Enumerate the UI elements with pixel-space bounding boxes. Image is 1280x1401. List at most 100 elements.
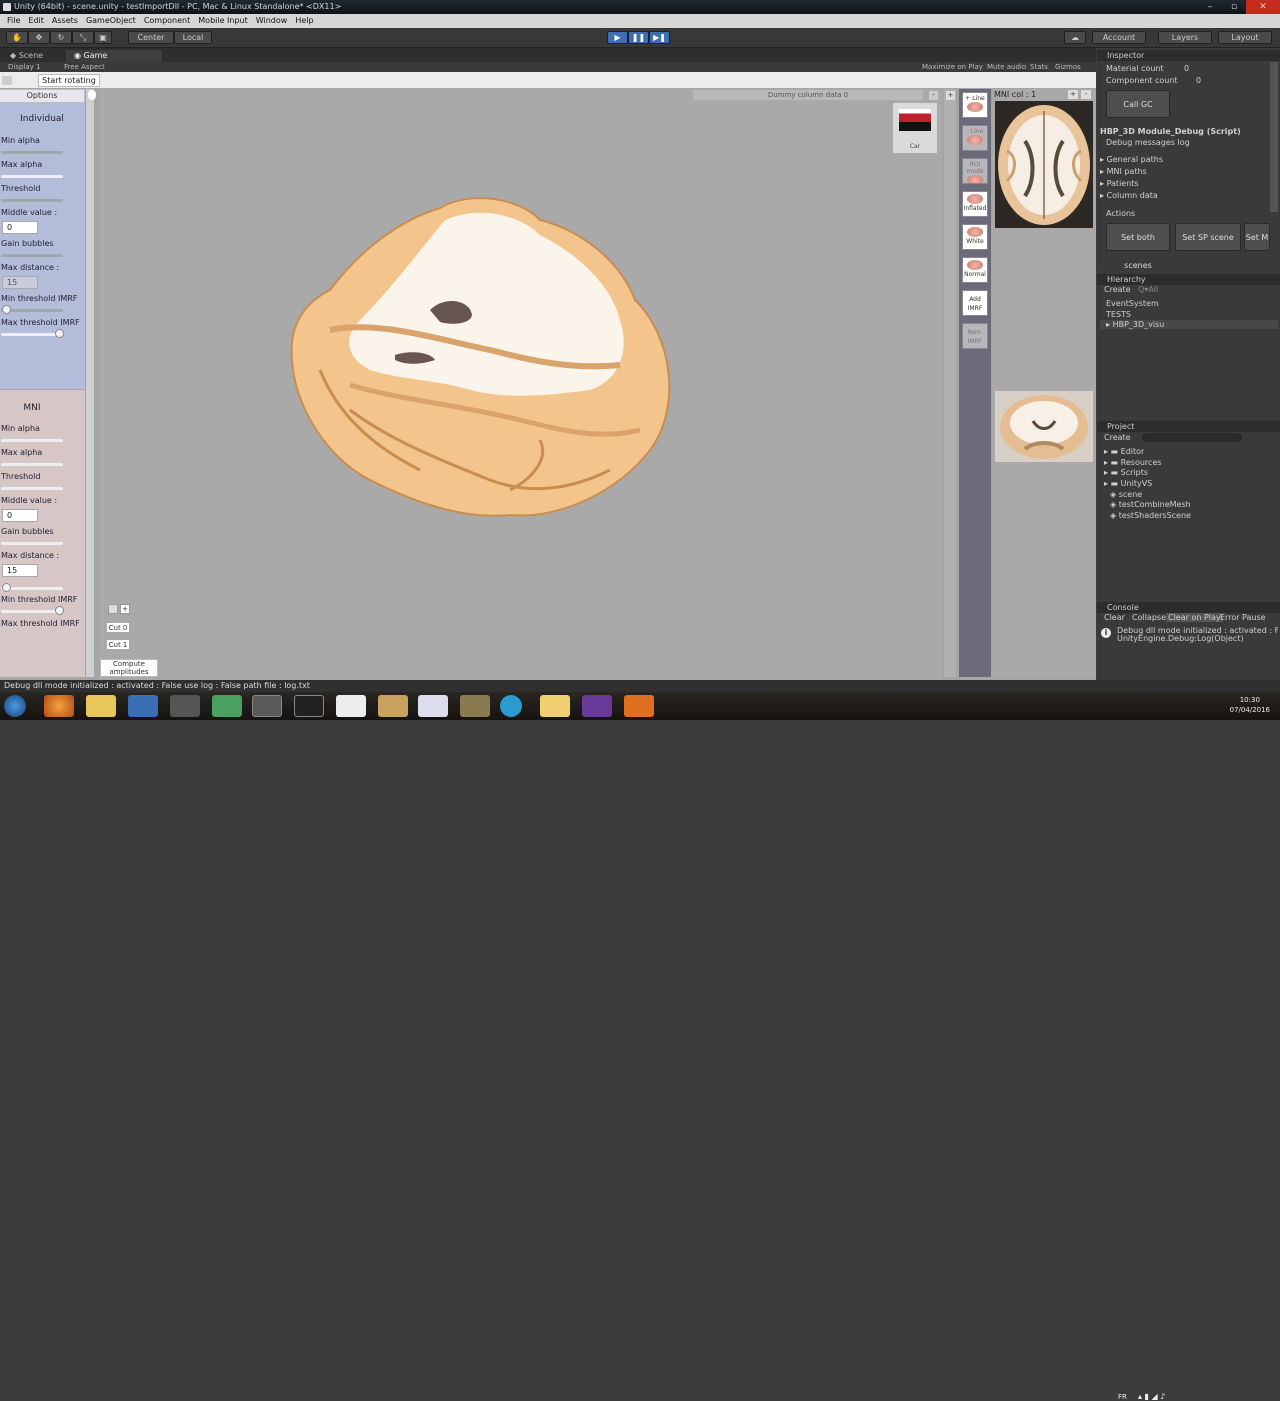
set-mni-scene-button[interactable]: Set M [1244,223,1270,251]
mni-coronal-slice[interactable] [995,391,1093,462]
folder-icon[interactable] [540,695,570,717]
ind-threshold-slider[interactable] [1,199,63,202]
hierarchy-search[interactable]: Q▾All [1138,285,1158,294]
firefox-icon[interactable] [44,695,74,717]
inspector-tab[interactable]: Inspector [1097,50,1280,61]
script-component-header[interactable]: HBP_3D Module_Debug (Script) [1100,127,1241,136]
mni-gain-bubbles-slider[interactable] [1,542,63,545]
console-message-line-2[interactable]: UnityEngine.Debug:Log(Object) [1117,634,1244,643]
hierarchy-create-button[interactable]: Create [1104,285,1131,294]
project-item-resources[interactable]: ▸ ▬ Resources [1104,458,1162,467]
play-button[interactable]: ▶ [607,31,628,44]
start-button-icon[interactable] [4,695,26,717]
tex-icon[interactable] [336,695,366,717]
mni-remove-icon[interactable]: - [1081,90,1091,99]
mni-min-alpha-slider[interactable] [1,439,63,442]
mni-max-alpha-slider[interactable] [1,463,63,466]
compute-amplitudes-button[interactable]: Compute amplitudes [100,659,158,677]
project-search-input[interactable] [1142,433,1242,442]
column-dropdown[interactable]: Dummy column data 0 [693,90,923,100]
car-thumbnail[interactable]: Car [893,103,937,153]
add-line-button[interactable]: + Line [962,92,988,118]
call-gc-button[interactable]: Call GC [1106,90,1170,118]
console-collapse-button[interactable]: Collapse [1132,613,1166,622]
mni-max-distance-input[interactable]: 15 [2,564,38,577]
layout-dropdown[interactable]: Layout [1218,31,1272,44]
center-toggle-button[interactable]: Center [128,31,174,44]
stats-toggle[interactable]: Stats [1030,62,1048,72]
inflated-button[interactable]: Inflated [962,191,988,217]
cut-0-button[interactable]: Cut 0 [106,622,130,633]
project-item-testcombinemesh[interactable]: ◈ testCombineMesh [1110,500,1191,509]
menu-window[interactable]: Window [252,14,292,28]
pause-button[interactable]: ❚❚ [628,31,649,44]
foldout-column-data[interactable]: ▸ Column data [1100,191,1158,200]
column-minimize-icon[interactable]: - [929,91,938,100]
console-clear-on-play-button[interactable]: Clear on Play [1166,613,1223,622]
hand-tool-icon[interactable]: ✋ [6,31,28,44]
inspector-scrollbar[interactable] [1270,62,1278,212]
mni-threshold-slider[interactable] [1,487,63,490]
hierarchy-item-hbp-3d-visu[interactable]: ▸ HBP_3D_visu [1100,320,1278,329]
remove-imrf-button[interactable]: Rem. IMRF [962,323,988,349]
taskbar-clock[interactable]: 10:30 07/04/2016 [1230,695,1270,715]
cloud-icon[interactable]: ☁ [1064,31,1086,44]
paint-icon[interactable] [378,695,408,717]
console-tab[interactable]: Console [1097,602,1280,613]
roi-mode-button[interactable]: ROI mode [962,158,988,184]
aspect-dropdown[interactable]: Free Aspect [64,62,105,72]
qt-icon[interactable] [212,695,242,717]
menu-help[interactable]: Help [291,14,317,28]
cut-add-icon[interactable] [108,604,118,614]
project-tab[interactable]: Project [1097,421,1280,432]
ind-max-alpha-slider[interactable] [1,175,63,178]
menu-assets[interactable]: Assets [48,14,82,28]
foldout-general-paths[interactable]: ▸ General paths [1100,155,1163,164]
remove-line-button[interactable]: - Line [962,125,988,151]
notepad-icon[interactable] [460,695,490,717]
ind-max-threshold-slider[interactable] [1,333,63,336]
mni-max-threshold-slider[interactable] [1,610,63,613]
foldout-patients[interactable]: ▸ Patients [1100,179,1139,188]
foldout-mni-paths[interactable]: ▸ MNI paths [1100,167,1147,176]
ind-min-threshold-knob[interactable] [2,305,11,314]
mni-add-icon[interactable]: + [1068,90,1078,99]
step-button[interactable]: ▶❚ [649,31,670,44]
close-icon[interactable]: ✕ [1246,0,1280,14]
brain-3d-model[interactable] [290,190,680,525]
local-toggle-button[interactable]: Local [174,31,212,44]
strip-add-icon[interactable]: + [946,91,955,100]
hierarchy-item-tests[interactable]: TESTS [1106,310,1131,319]
normal-button[interactable]: Normal [962,257,988,283]
tray-icons[interactable]: ▴ ▮ ◢ ♪ [1138,1392,1165,1401]
tab-scene[interactable]: ◆ Scene [2,50,51,62]
unity-taskbar-icon[interactable] [252,695,282,717]
menu-gameobject[interactable]: GameObject [82,14,140,28]
explorer-icon[interactable] [86,695,116,717]
gizmos-toggle[interactable]: Gizmos [1055,62,1081,72]
ind-max-distance-input[interactable]: 15 [2,276,38,289]
language-indicator[interactable]: FR [1118,1393,1127,1401]
scale-tool-icon[interactable]: ⤡ [72,31,94,44]
ind-gain-bubbles-slider[interactable] [1,254,63,257]
ind-middle-value-input[interactable]: 0 [2,221,38,234]
document-icon[interactable] [418,695,448,717]
menu-edit[interactable]: Edit [24,14,48,28]
white-button[interactable]: White [962,224,988,250]
status-message[interactable]: Debug dll mode initialized : activated :… [4,681,310,690]
hierarchy-item-eventsystem[interactable]: EventSystem [1106,299,1159,308]
project-item-editor[interactable]: ▸ ▬ Editor [1104,447,1144,456]
options-scrollbar[interactable] [86,89,94,677]
tab-game[interactable]: ◉ Game [66,50,162,62]
network-icon[interactable] [500,695,522,717]
minimize-icon[interactable]: – [1198,0,1222,14]
mute-audio-toggle[interactable]: Mute audio [987,62,1026,72]
ind-min-alpha-slider[interactable] [1,151,63,154]
rect-tool-icon[interactable]: ▣ [94,31,112,44]
scrollbar-thumb[interactable] [88,90,96,100]
account-dropdown[interactable]: Account [1092,31,1146,44]
mni-min-threshold-knob[interactable] [2,583,11,592]
display-dropdown[interactable]: Display 1 [8,62,40,72]
project-item-unityvs[interactable]: ▸ ▬ UnityVS [1104,479,1152,488]
hierarchy-tab[interactable]: Hierarchy [1097,274,1280,285]
